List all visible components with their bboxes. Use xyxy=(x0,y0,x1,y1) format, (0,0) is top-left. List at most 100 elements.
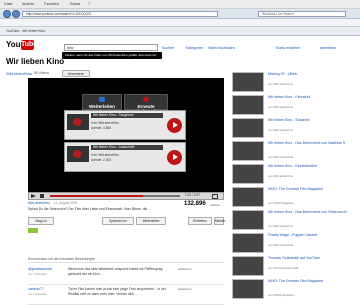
related-author: von WirLiebenKino xyxy=(268,105,294,109)
related-title[interactable]: Thomas Gottschalk auf YouTube xyxy=(268,256,348,260)
flag-button[interactable]: Melden xyxy=(214,217,225,225)
action-bar: Mag ich Speichern in Weiterleiten Einbet… xyxy=(28,216,225,226)
video-thumbnail[interactable] xyxy=(232,95,264,115)
video-thumbnail[interactable] xyxy=(232,72,264,92)
related-video-item[interactable]: KINO: The German Film Magazine von KINOma… xyxy=(232,185,360,209)
related-title[interactable]: Wir lieben Kino - Das Bekenntnis von Reb… xyxy=(268,210,348,214)
related-video-card[interactable]: Wir lieben Kino - Ausschnitt Von: WirLie… xyxy=(64,142,186,172)
save-to-button[interactable]: Speichern in xyxy=(102,217,134,225)
stop-icon[interactable] xyxy=(40,194,44,198)
comment-text: Wenn man das aber tatsächlich anspricht … xyxy=(68,267,163,276)
related-title[interactable]: KINO: The German Film Magazine xyxy=(268,279,348,283)
related-author: von ThomasGottschalk xyxy=(268,266,299,270)
youtube-header xyxy=(0,36,360,56)
page-title: Wir lieben Kino xyxy=(6,57,65,66)
menu-item-help[interactable]: ? xyxy=(88,2,90,6)
play-icon[interactable] xyxy=(167,150,182,165)
video-thumbnail[interactable] xyxy=(232,279,264,299)
reply-link[interactable]: Antworten xyxy=(178,287,192,291)
video-count: 56 Videos xyxy=(34,71,50,75)
video-thumbnail[interactable] xyxy=(232,256,264,276)
comment-user[interactable]: zamruni77 xyxy=(28,287,44,291)
related-title[interactable]: Wir lieben Kino - Fahrstuhl xyxy=(268,95,348,99)
search-button[interactable]: Suchen xyxy=(162,46,174,50)
time-display: 1:31 / 2:07 xyxy=(185,193,201,197)
comment-age: vor 1 Monaten xyxy=(28,272,48,276)
channel-link[interactable]: WirLiebenKino xyxy=(6,71,32,76)
video-thumbnail[interactable] xyxy=(232,187,264,207)
share-overlay-label: Weiterleiten xyxy=(89,104,115,109)
comment-user[interactable]: @giraldessimon xyxy=(28,267,52,271)
search-input[interactable]: kino xyxy=(64,44,158,51)
video-thumbnail[interactable] xyxy=(232,141,264,161)
related-video-item[interactable]: Finalia Wäge - Puppet Cabaret von WirLieb… xyxy=(232,231,360,255)
related-video-item[interactable]: Thomas Gottschalk auf YouTube von ThomasG… xyxy=(232,254,360,278)
related-video-item[interactable]: Wir lieben Kino - Das Bekenntnis von Mat… xyxy=(232,139,360,163)
card-title: Wir lieben Kino - Tangerine xyxy=(91,113,163,118)
comment-item: @giraldessimon vor 1 Monaten Wenn man da… xyxy=(28,265,224,285)
embed-button[interactable]: Einbetten xyxy=(188,217,212,225)
comments-header: Kommentare mit den höchsten Bewertungen xyxy=(28,257,224,263)
related-author: von WirLiebenKino xyxy=(268,174,294,178)
rating-row xyxy=(28,228,224,234)
related-title[interactable]: KINO: The German Film Magazine xyxy=(268,187,348,191)
logo-tube: Tube xyxy=(21,40,38,50)
related-author: von KINOmagazine xyxy=(268,293,295,297)
related-author: von WirLiebenKino xyxy=(268,224,294,228)
video-thumbnail[interactable] xyxy=(232,118,264,138)
related-author: von WirLiebenKino xyxy=(268,155,294,159)
link-kategorien[interactable]: Kategorien xyxy=(186,46,203,50)
related-author: von WirLiebenKino xyxy=(268,243,294,247)
view-counter: 132.896 Aufrufe xyxy=(184,201,224,214)
description-text: Spürst Du die Sehnsucht? Der Film über L… xyxy=(28,207,152,211)
menu-item-ansicht[interactable]: Ansicht xyxy=(22,2,34,6)
card-views: Aufrufe: 2.304 xyxy=(91,158,112,162)
uploader-link[interactable]: WirLiebenKino xyxy=(28,201,50,205)
play-icon[interactable] xyxy=(167,118,182,133)
like-bar xyxy=(28,228,38,233)
reply-link[interactable]: Antworten xyxy=(178,267,192,271)
related-title[interactable]: Wir lieben Kino - Kinoliebhaber xyxy=(268,164,348,168)
share-overlay-button[interactable]: Weiterleiten xyxy=(82,94,122,110)
view-count-label: Aufrufe xyxy=(210,203,220,207)
related-video-item[interactable]: Wir lieben Kino - Kinoliebhaber von WirLi… xyxy=(232,162,360,186)
link-sign-in[interactable]: Anmelden xyxy=(320,46,336,50)
card-meta: Von: WirLiebenKino Aufrufe: 3.856 xyxy=(91,121,119,131)
menu-item-extras[interactable]: Extras xyxy=(70,2,80,6)
related-title[interactable]: Finalia Wäge - Puppet Cabaret xyxy=(268,233,348,237)
view-count: 132.896 xyxy=(184,201,206,207)
video-thumbnail[interactable] xyxy=(232,210,264,230)
related-video-card[interactable]: Wir lieben Kino - Tangerine Von: WirLieb… xyxy=(64,110,186,140)
logo-you: You xyxy=(6,40,21,49)
related-title[interactable]: Wir lieben Kino - Das Bekenntnis von Mat… xyxy=(268,141,348,145)
subscribe-button[interactable]: Abonnieren xyxy=(62,70,90,77)
fullscreen-icon[interactable] xyxy=(212,194,218,199)
youtube-logo[interactable]: You Tube xyxy=(6,40,38,51)
url-input[interactable]: http://www.youtube.com/watch?v=XXXXXXX xyxy=(22,11,218,17)
upload-date: 21. August 2008 xyxy=(54,201,78,205)
related-video-item[interactable]: Wir lieben Kino - Das Bekenntnis von Reb… xyxy=(232,208,360,232)
comment-item: zamruni77 vor 1 Monaten Tja im Film konn… xyxy=(28,285,224,305)
video-thumbnail[interactable] xyxy=(232,164,264,184)
related-title[interactable]: Wir lieben Kino - Susanne xyxy=(268,118,348,122)
video-thumbnail[interactable] xyxy=(232,233,264,253)
browser-search-input[interactable]: Windows Live Search xyxy=(258,11,346,17)
progress-fill xyxy=(50,195,143,197)
related-video-item[interactable]: Wir lieben Kino - Fahrstuhl von WirLieben… xyxy=(232,93,360,117)
replay-button[interactable]: Erneute Wiedergabe xyxy=(124,94,168,114)
back-icon[interactable] xyxy=(3,10,11,18)
related-video-item[interactable]: Making Of - LiBelo von WirLiebenKino xyxy=(232,70,360,94)
menu-item-datei[interactable]: Datei xyxy=(4,2,12,6)
forward-icon[interactable] xyxy=(12,10,20,18)
related-video-item[interactable]: KINO: The German Film Magazine von KINOma… xyxy=(232,277,360,301)
play-pause-icon[interactable] xyxy=(31,194,36,198)
menu-item-favoriten[interactable]: Favoriten xyxy=(44,2,59,6)
related-title[interactable]: Making Of - LiBelo xyxy=(268,72,348,76)
link-upload[interactable]: Video hochladen xyxy=(208,46,235,50)
link-create-account[interactable]: Konto erstellen xyxy=(276,46,300,50)
like-button[interactable]: Mag ich xyxy=(28,217,54,225)
subscribe-tooltip: Klicken, wenn dir das Video von WirLiebe… xyxy=(62,52,162,59)
related-video-item[interactable]: Wir lieben Kino - Susanne von WirLiebenKi… xyxy=(232,116,360,140)
share-button[interactable]: Weiterleiten xyxy=(136,217,166,225)
browser-tab[interactable]: YouTube - Wir lieben Kino xyxy=(6,29,45,33)
